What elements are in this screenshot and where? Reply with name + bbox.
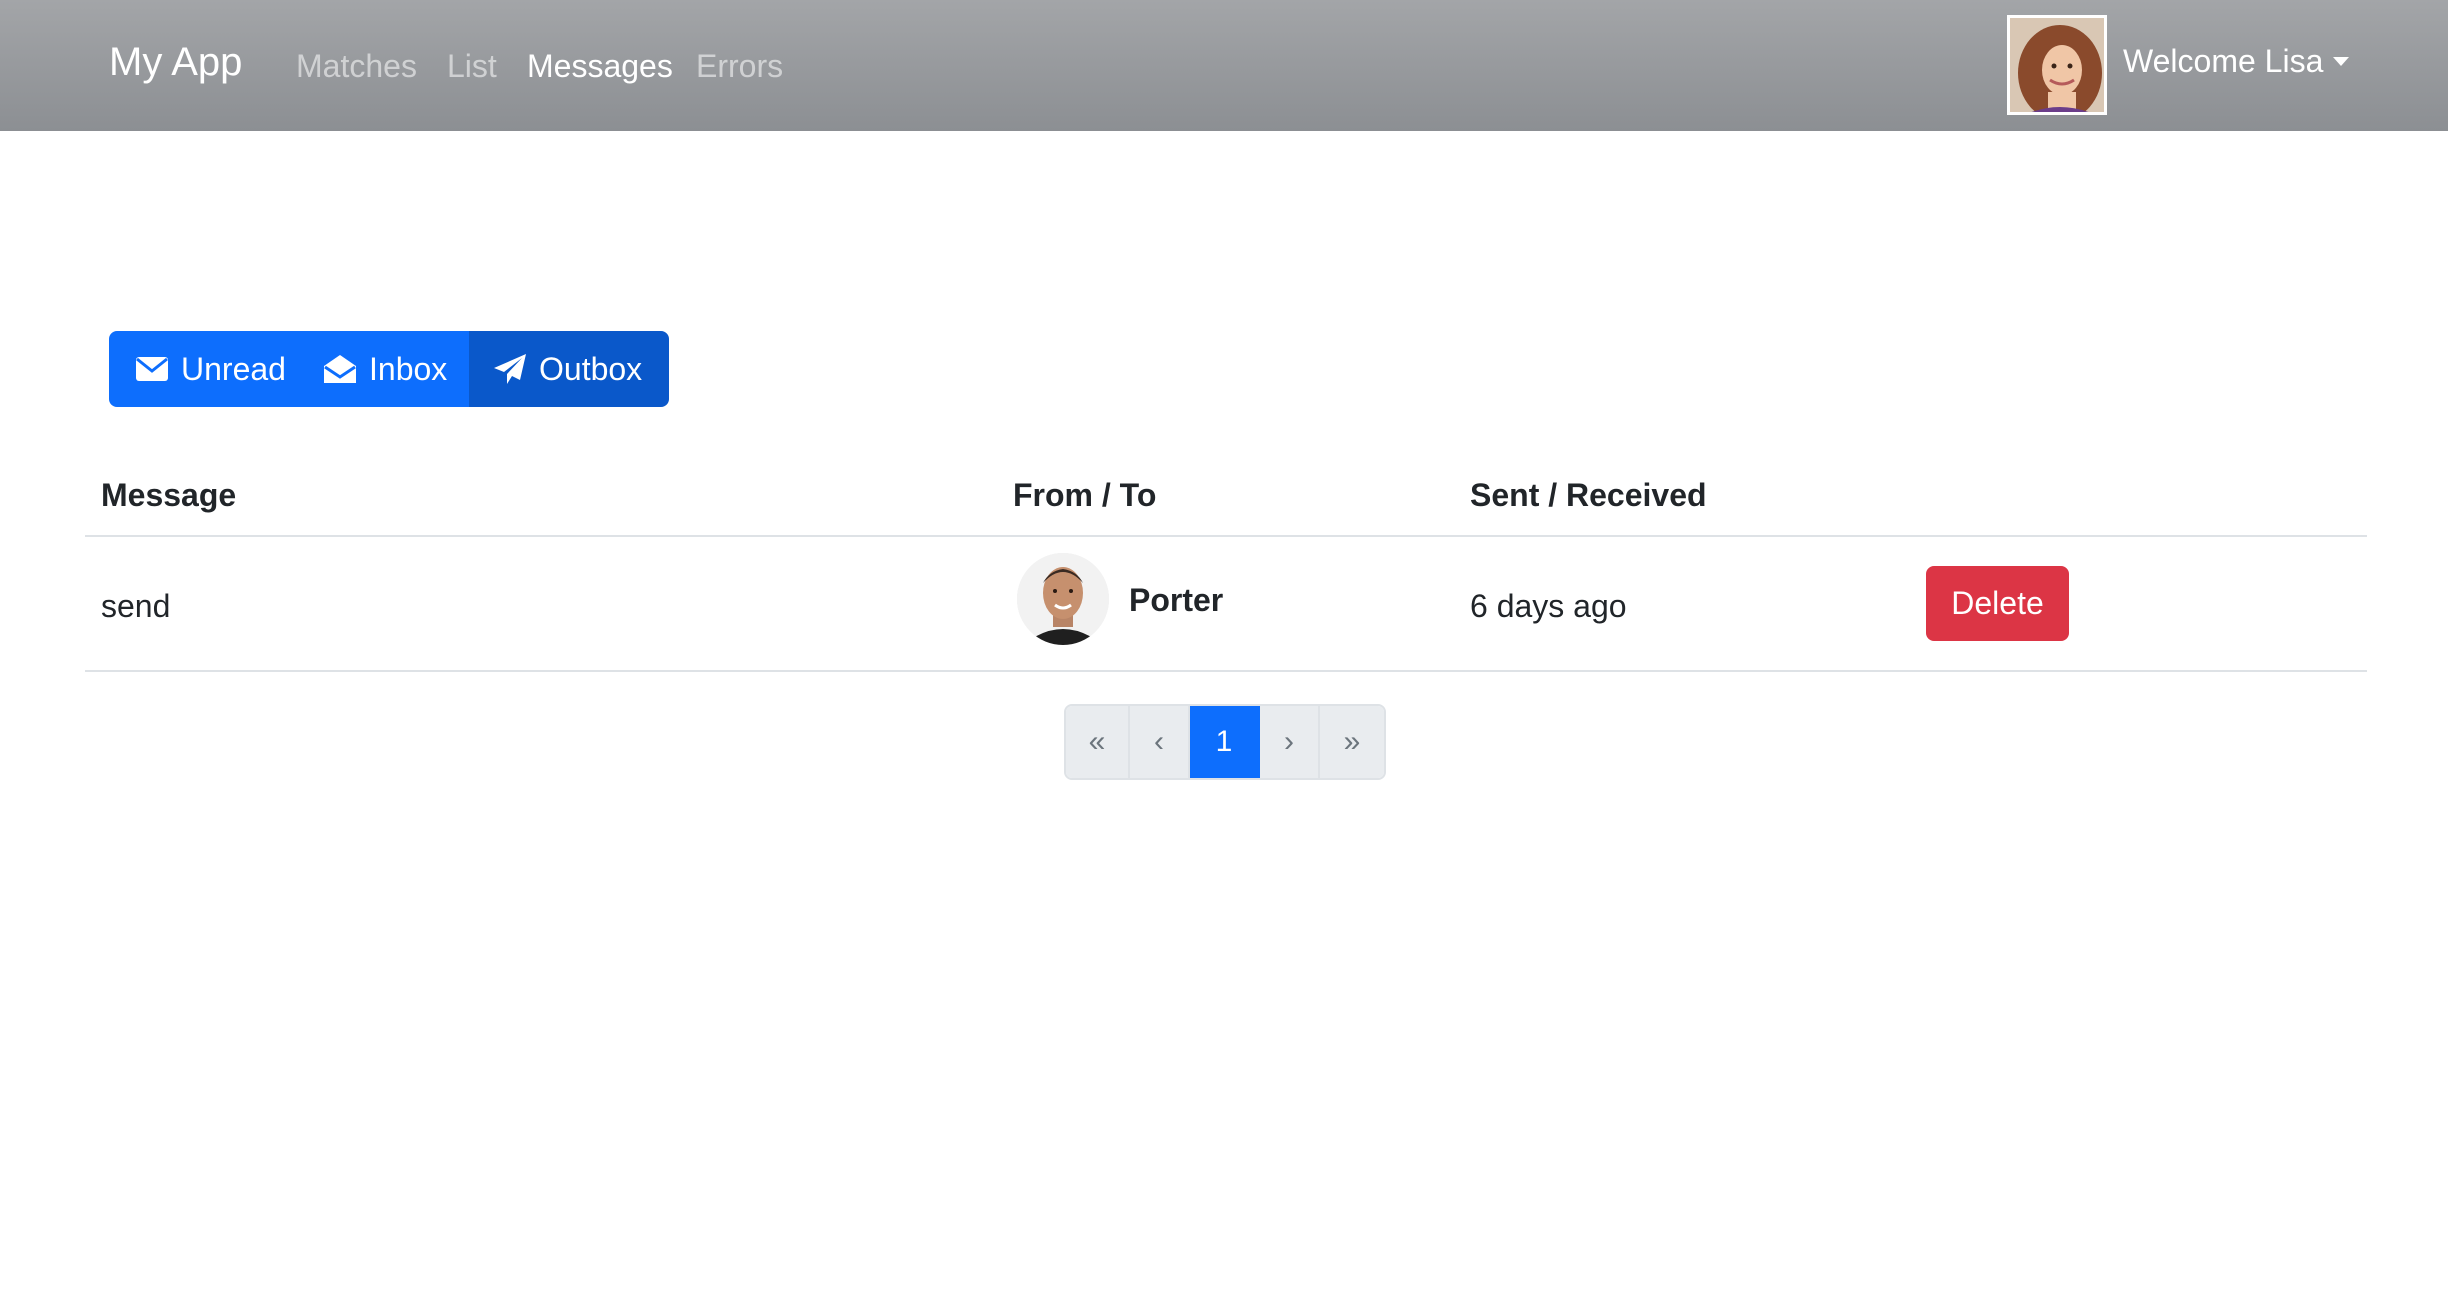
welcome-label: Welcome Lisa <box>2123 43 2324 79</box>
delete-button[interactable]: Delete <box>1926 566 2069 641</box>
tab-outbox[interactable]: Outbox <box>469 331 669 407</box>
message-container-tabs: Unread Inbox Outbox <box>109 331 669 407</box>
tab-inbox-label: Inbox <box>369 350 448 387</box>
user-menu-toggle[interactable]: Welcome Lisa <box>2123 43 2350 80</box>
column-header-from-to: From / To <box>1013 477 1157 513</box>
message-content[interactable]: send <box>101 588 170 625</box>
brand-link[interactable]: My App <box>109 40 242 85</box>
recipient-avatar[interactable] <box>1017 553 1109 645</box>
tab-unread[interactable]: Unread <box>109 331 305 407</box>
nav-link-errors[interactable]: Errors <box>696 48 783 85</box>
pagination-last-button[interactable]: » <box>1320 706 1384 778</box>
caret-down-icon <box>2333 57 2350 66</box>
pagination-prev-button[interactable]: ‹ <box>1130 706 1190 778</box>
nav-link-messages[interactable]: Messages <box>527 48 673 85</box>
envelope-open-icon <box>324 355 356 383</box>
pagination-first-button[interactable]: « <box>1066 706 1130 778</box>
sent-time: 6 days ago <box>1470 588 1627 624</box>
nav-link-list[interactable]: List <box>447 48 497 85</box>
user-photo <box>2010 18 2104 112</box>
user-avatar[interactable] <box>2007 15 2107 115</box>
pagination-page-1[interactable]: 1 <box>1190 706 1260 778</box>
pagination-next-button[interactable]: › <box>1260 706 1320 778</box>
table-row-divider <box>85 670 2367 672</box>
navbar: My App Matches List Messages Errors Welc… <box>0 0 2448 131</box>
table-header-divider <box>85 535 2367 537</box>
recipient-name[interactable]: Porter <box>1129 582 1223 619</box>
column-header-message: Message <box>101 477 237 513</box>
pagination: « ‹ 1 › » <box>1064 704 1386 780</box>
tab-inbox[interactable]: Inbox <box>305 331 469 407</box>
envelope-icon <box>136 357 168 381</box>
column-header-sent-received: Sent / Received <box>1470 477 1707 513</box>
nav-link-matches[interactable]: Matches <box>296 48 417 85</box>
tab-outbox-label: Outbox <box>539 350 643 387</box>
recipient-photo <box>1017 553 1109 645</box>
tab-unread-label: Unread <box>181 350 286 387</box>
paper-plane-icon <box>494 354 526 384</box>
